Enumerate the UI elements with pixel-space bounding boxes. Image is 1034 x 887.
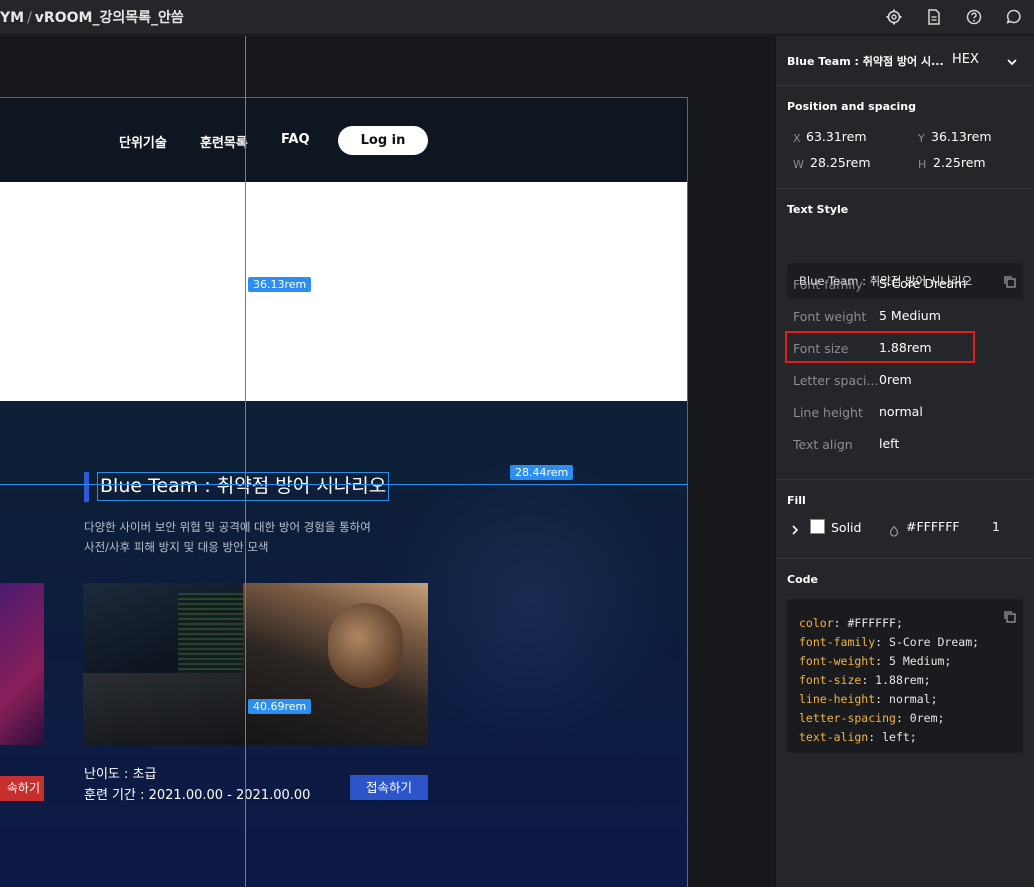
prop-value-letter-spacing: 0rem bbox=[879, 372, 912, 387]
code-line-text-align: text-align: left; bbox=[799, 730, 917, 744]
layer-header: Blue Team : 취약점 방어 시... HEX bbox=[776, 36, 1034, 86]
code-header: Code bbox=[787, 573, 818, 586]
horizontal-guide-line bbox=[0, 484, 688, 485]
position-header: Position and spacing bbox=[787, 100, 916, 113]
prop-value-text-align: left bbox=[879, 436, 900, 451]
card-period: 훈련 기간 : 2021.00.00 - 2021.00.00 bbox=[84, 788, 311, 803]
position-section: Position and spacing X 63.31rem Y 36.13r… bbox=[776, 87, 1034, 189]
settings-icon[interactable] bbox=[885, 8, 903, 26]
document-icon[interactable] bbox=[925, 8, 943, 26]
section-title[interactable]: Blue Team : 취약점 방어 시나리오 bbox=[97, 472, 390, 501]
chevron-down-icon[interactable] bbox=[1006, 53, 1018, 66]
x-value: 63.31rem bbox=[806, 129, 867, 144]
prop-label-letter-spacing: Letter spaci... bbox=[793, 373, 879, 388]
card-image bbox=[83, 583, 428, 745]
artboard-frame[interactable]: 단위기술 훈련목록 FAQ Log in Blue Team : 취약점 방어 … bbox=[0, 97, 688, 887]
fill-opacity[interactable]: 1 bbox=[992, 519, 1000, 534]
section-description-line1: 다양한 사이버 보안 위협 및 공격에 대한 방어 경험을 통하여 bbox=[84, 520, 371, 534]
nav-training-list[interactable]: 훈련목록 bbox=[200, 132, 248, 151]
prop-value-font-family: S-Core Dream bbox=[879, 276, 967, 291]
horizontal-distance-badge: 28.44rem bbox=[510, 465, 574, 480]
code-screen-shape bbox=[178, 593, 248, 673]
x-label: X bbox=[793, 132, 801, 145]
font-size-highlight-box bbox=[785, 331, 975, 363]
breadcrumb-project[interactable]: YM bbox=[0, 10, 24, 26]
prop-label-text-align: Text align bbox=[793, 437, 853, 452]
h-value: 2.25rem bbox=[933, 155, 986, 170]
nav-unit-tech[interactable]: 단위기술 bbox=[119, 132, 167, 151]
section-description-line2: 사전/사후 피해 방지 및 대응 방안 모색 bbox=[84, 540, 269, 554]
h-label: H bbox=[918, 158, 927, 171]
top-bar: YM / vROOM_강의목록_안씀 bbox=[0, 0, 1034, 35]
title-accent-bar bbox=[84, 472, 89, 502]
chevron-right-icon[interactable] bbox=[790, 521, 800, 535]
breadcrumb: YM / vROOM_강의목록_안씀 bbox=[0, 7, 184, 27]
fill-type: Solid bbox=[831, 520, 862, 535]
opacity-drop-icon bbox=[888, 522, 900, 537]
comment-icon[interactable] bbox=[1005, 8, 1023, 26]
inspect-panel: Blue Team : 취약점 방어 시... HEX Position and… bbox=[775, 36, 1034, 887]
left-card-connect-button[interactable]: 속하기 bbox=[0, 776, 44, 801]
prop-value-font-weight: 5 Medium bbox=[879, 308, 941, 323]
person-head-shape bbox=[328, 603, 403, 688]
breadcrumb-separator: / bbox=[27, 10, 32, 26]
copy-icon[interactable] bbox=[1003, 274, 1017, 288]
color-mode-select[interactable]: HEX bbox=[952, 52, 979, 67]
login-button[interactable]: Log in bbox=[338, 126, 428, 155]
y-value: 36.13rem bbox=[931, 129, 992, 144]
hero-banner bbox=[0, 182, 687, 401]
training-section: Blue Team : 취약점 방어 시나리오 다양한 사이버 보안 위협 및 … bbox=[0, 401, 687, 887]
prop-value-line-height: normal bbox=[879, 404, 923, 419]
code-line-font-weight: font-weight: 5 Medium; bbox=[799, 654, 952, 668]
fill-header: Fill bbox=[787, 494, 806, 507]
copy-code-icon[interactable] bbox=[1003, 609, 1017, 623]
design-canvas[interactable]: 단위기술 훈련목록 FAQ Log in Blue Team : 취약점 방어 … bbox=[0, 36, 775, 887]
vertical-guide-line bbox=[245, 36, 246, 887]
layer-name: Blue Team : 취약점 방어 시... bbox=[787, 55, 944, 68]
nav-faq[interactable]: FAQ bbox=[281, 132, 310, 147]
card-connect-button[interactable]: 접속하기 bbox=[350, 775, 428, 800]
fill-hex[interactable]: #FFFFFF bbox=[906, 519, 960, 534]
code-line-font-size: font-size: 1.88rem; bbox=[799, 673, 931, 687]
prop-label-font-family: Font family bbox=[793, 277, 863, 292]
vertical-distance-badge: 36.13rem bbox=[248, 277, 312, 292]
code-line-font-family: font-family: S-Core Dream; bbox=[799, 635, 980, 649]
prop-label-line-height: Line height bbox=[793, 405, 863, 420]
y-label: Y bbox=[918, 132, 925, 145]
left-card-image bbox=[0, 583, 44, 745]
site-header: 단위기술 훈련목록 FAQ Log in bbox=[0, 98, 687, 182]
w-value: 28.25rem bbox=[810, 155, 871, 170]
code-line-letter-spacing: letter-spacing: 0rem; bbox=[799, 711, 945, 725]
bottom-distance-badge: 40.69rem bbox=[248, 699, 312, 714]
breadcrumb-page[interactable]: vROOM_강의목록_안씀 bbox=[35, 10, 184, 26]
code-line-line-height: line-height: normal; bbox=[799, 692, 938, 706]
help-icon[interactable] bbox=[965, 8, 983, 26]
code-line-color: color: #FFFFFF; bbox=[799, 616, 903, 630]
code-block[interactable]: color: #FFFFFF; font-family: S-Core Drea… bbox=[787, 599, 1023, 753]
text-style-header: Text Style bbox=[787, 203, 849, 216]
w-label: W bbox=[793, 158, 804, 171]
card-level: 난이도 : 초급 bbox=[84, 767, 157, 782]
fill-color-swatch[interactable] bbox=[810, 519, 825, 534]
prop-label-font-weight: Font weight bbox=[793, 309, 867, 324]
